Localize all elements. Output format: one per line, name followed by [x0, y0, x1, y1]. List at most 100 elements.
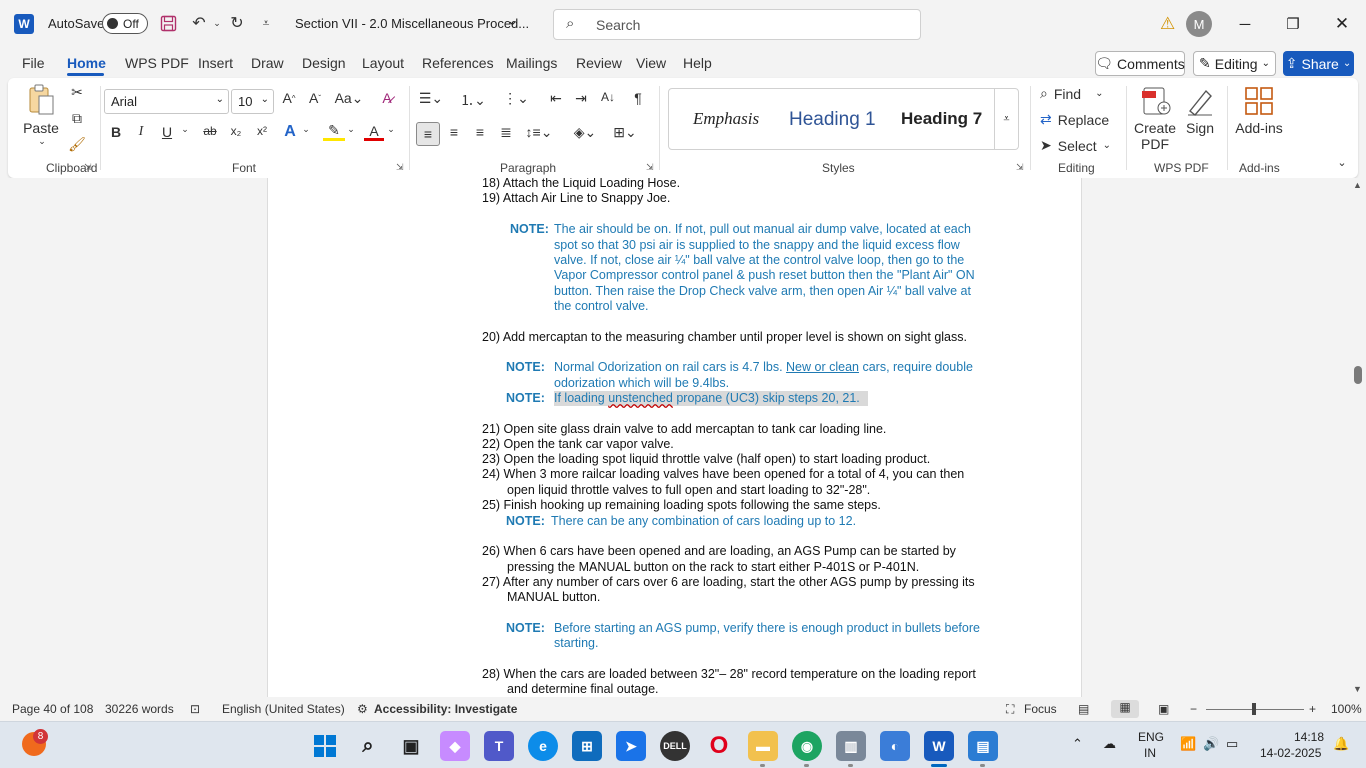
input-language-1[interactable]: ENG	[1138, 730, 1164, 744]
highlight-color-icon[interactable]: ✎	[323, 122, 345, 141]
chevron-down-icon[interactable]: ⌄	[344, 124, 358, 135]
focus-icon[interactable]: ⛶	[1006, 702, 1014, 717]
accessibility-status[interactable]: Accessibility: Investigate	[374, 702, 517, 716]
numbering-icon[interactable]: ⒈⌄	[458, 90, 488, 110]
app-icon[interactable]: ▤	[968, 731, 998, 761]
tab-home[interactable]: Home	[67, 55, 106, 71]
print-layout-icon[interactable]: ▦	[1111, 700, 1139, 718]
align-center-icon[interactable]: ≡	[444, 124, 464, 140]
format-painter-icon[interactable]: 🖌	[68, 136, 86, 153]
collapse-ribbon-icon[interactable]: ⌄	[1334, 156, 1350, 169]
styles-more-icon[interactable]: ⩡	[994, 89, 1018, 149]
add-ins-icon[interactable]	[1242, 84, 1276, 118]
edge-icon[interactable]: e	[528, 731, 558, 761]
tab-file[interactable]: File	[22, 55, 45, 71]
zoom-slider-thumb[interactable]	[1252, 703, 1256, 715]
zoom-level[interactable]: 100%	[1331, 702, 1362, 716]
app-icon[interactable]: ▥	[836, 731, 866, 761]
justify-icon[interactable]: ≣	[496, 124, 516, 141]
dialog-launcher-icon[interactable]: ⇲	[396, 162, 404, 173]
change-case-icon[interactable]: Aa⌄	[334, 90, 364, 107]
volume-icon[interactable]: 🔊	[1203, 736, 1219, 752]
teams-icon[interactable]: T	[484, 731, 514, 761]
focus-button[interactable]: Focus	[1024, 702, 1057, 716]
zoom-out-icon[interactable]: −	[1190, 702, 1197, 716]
web-layout-icon[interactable]: ▣	[1158, 702, 1169, 716]
clock-date[interactable]: 14-02-2025	[1260, 746, 1321, 760]
text-effects-icon[interactable]: A	[280, 123, 300, 141]
tab-help[interactable]: Help	[683, 55, 712, 71]
chevron-up-icon[interactable]: ⌃	[1072, 736, 1083, 752]
language[interactable]: English (United States)	[222, 702, 345, 716]
onedrive-icon[interactable]: ☁	[1103, 736, 1116, 752]
store-icon[interactable]: ⊞	[572, 731, 602, 761]
chevron-down-icon[interactable]: ⌄	[384, 124, 398, 135]
chevron-down-icon[interactable]: ⌄	[507, 13, 518, 29]
chevron-down-icon[interactable]: ⌄	[261, 94, 269, 105]
scroll-up-icon[interactable]: ▲	[1353, 180, 1362, 190]
tab-review[interactable]: Review	[576, 55, 622, 71]
scroll-down-icon[interactable]: ▼	[1353, 684, 1362, 694]
opera-icon[interactable]: O	[704, 731, 734, 761]
share-button[interactable]: ⇪ Share ⌄	[1283, 51, 1354, 76]
search-icon[interactable]: ⌕	[353, 731, 383, 761]
tab-insert[interactable]: Insert	[198, 55, 233, 71]
create-pdf-label-2[interactable]: PDF	[1132, 136, 1178, 152]
avatar[interactable]: M	[1186, 11, 1212, 37]
selected-text[interactable]: If loading unstenched propane (UC3) skip…	[554, 391, 868, 406]
misspelled-word[interactable]: unstenched	[608, 391, 673, 405]
comments-button[interactable]: 🗨 Comments	[1095, 51, 1185, 76]
copy-icon[interactable]: ⧉	[68, 110, 86, 127]
minimize-icon[interactable]: ─	[1230, 10, 1260, 38]
notifications-icon[interactable]: 🔔	[1333, 736, 1349, 752]
font-size-box[interactable]: 10 ⌄	[231, 89, 274, 114]
replace-button[interactable]: ⇄ Replace	[1040, 111, 1120, 128]
undo-dropdown-icon[interactable]: ⌄	[206, 12, 228, 34]
align-right-icon[interactable]: ≡	[470, 124, 490, 140]
copilot-icon[interactable]: ◆	[440, 731, 470, 761]
find-button[interactable]: ⌕ Find ⌄	[1040, 85, 1120, 102]
create-pdf-icon[interactable]	[1139, 84, 1173, 118]
add-ins-button[interactable]: Add-ins	[1234, 120, 1284, 136]
sign-label[interactable]: Sign	[1182, 120, 1218, 136]
customize-quick-access-icon[interactable]: ⩡	[255, 12, 277, 34]
warning-icon[interactable]: ⚠	[1160, 14, 1175, 34]
power-automate-icon[interactable]: ➤	[616, 731, 646, 761]
save-icon[interactable]	[157, 12, 179, 34]
clock-time[interactable]: 14:18	[1294, 730, 1324, 744]
tab-wps-pdf[interactable]: WPS PDF	[125, 55, 189, 71]
dialog-launcher-icon[interactable]: ⇲	[84, 162, 92, 173]
word-icon[interactable]: W	[924, 731, 954, 761]
dialog-launcher-icon[interactable]: ⇲	[1016, 162, 1024, 173]
close-icon[interactable]: ✕	[1327, 10, 1357, 38]
proofing-icon[interactable]: ⊡	[190, 702, 200, 716]
scroll-thumb[interactable]	[1354, 366, 1362, 384]
autosave-toggle[interactable]: Off	[102, 13, 148, 34]
chevron-down-icon[interactable]: ⌄	[178, 124, 192, 135]
paste-button[interactable]: Paste	[23, 120, 59, 136]
sign-icon[interactable]	[1183, 84, 1217, 118]
chrome-icon[interactable]: ◉	[792, 731, 822, 761]
chevron-down-icon[interactable]: ⌄	[216, 94, 224, 105]
app-icon[interactable]: ◐	[880, 731, 910, 761]
start-icon[interactable]	[310, 731, 340, 761]
style-emphasis[interactable]: Emphasis	[693, 109, 759, 129]
subscript-icon[interactable]: x₂	[226, 124, 246, 138]
bullets-icon[interactable]: ☰⌄	[418, 90, 444, 107]
grow-font-icon[interactable]: A ^	[278, 90, 300, 106]
decrease-indent-icon[interactable]: ⇤	[546, 90, 566, 107]
task-view-icon[interactable]: ▣	[396, 731, 426, 761]
editing-mode-button[interactable]: ✎ Editing ⌄	[1193, 51, 1276, 76]
tab-layout[interactable]: Layout	[362, 55, 404, 71]
sort-icon[interactable]: A↓	[597, 90, 619, 104]
clear-formatting-icon[interactable]: A̷	[376, 90, 398, 106]
read-mode-icon[interactable]: ▤	[1078, 702, 1089, 716]
underline-icon[interactable]: U	[158, 124, 176, 140]
tab-design[interactable]: Design	[302, 55, 346, 71]
italic-icon[interactable]: I	[132, 124, 150, 140]
battery-icon[interactable]: ▭	[1226, 736, 1238, 752]
font-name-box[interactable]: Arial ⌄	[104, 89, 229, 114]
tab-references[interactable]: References	[422, 55, 494, 71]
tab-view[interactable]: View	[636, 55, 666, 71]
maximize-icon[interactable]: ❐	[1278, 10, 1308, 38]
